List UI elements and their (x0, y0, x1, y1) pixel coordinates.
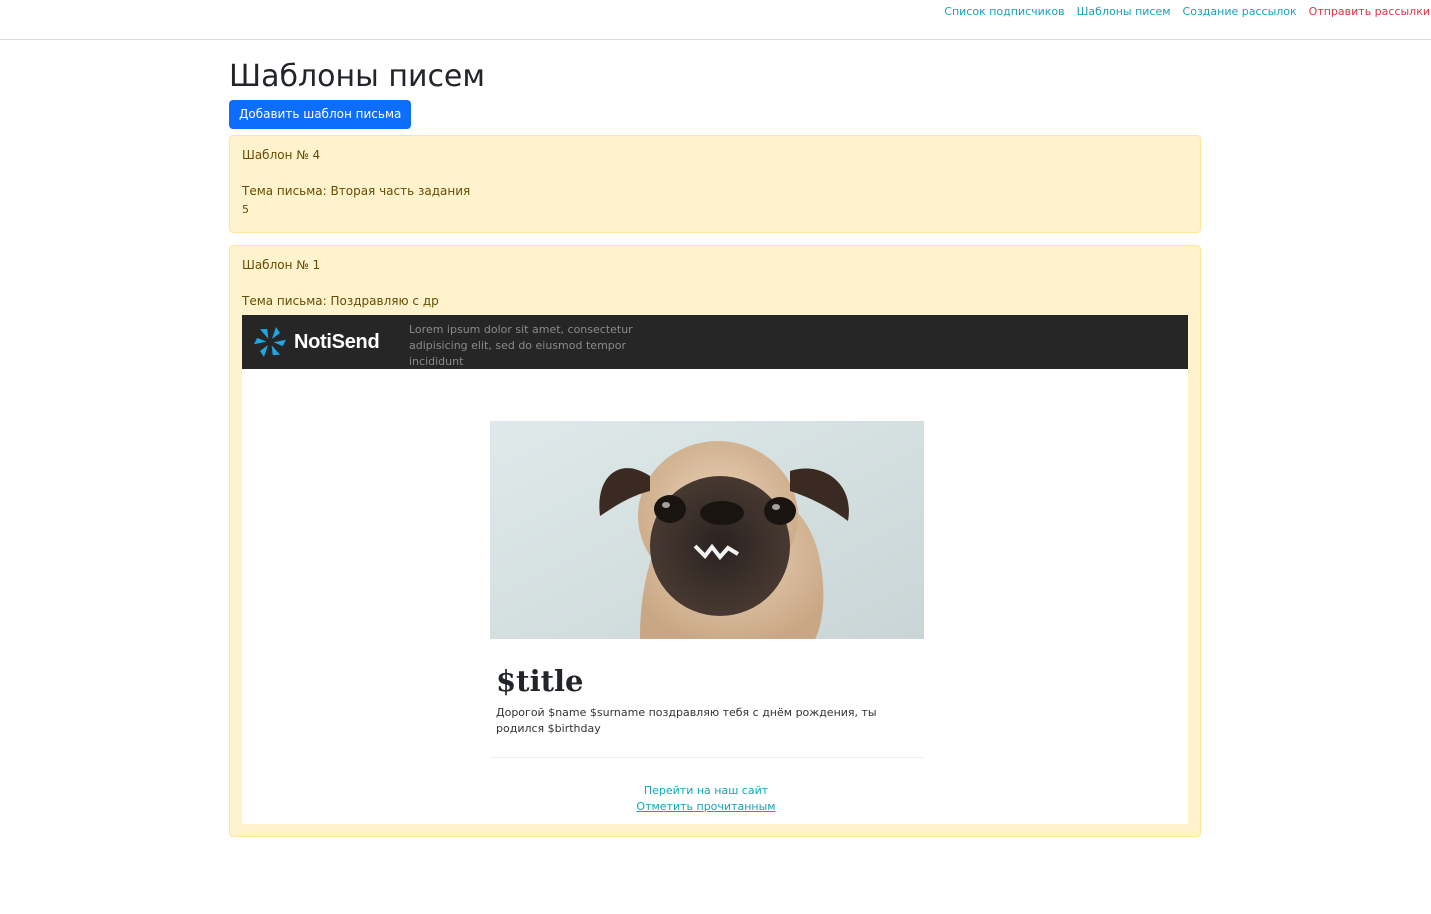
template-card[interactable]: Шаблон № 1 Тема письма: Поздравляю с др (229, 245, 1201, 837)
email-divider (490, 757, 924, 758)
notisend-logo-icon (254, 327, 286, 357)
email-header: NotiSend Lorem ipsum dolor sit amet, con… (242, 315, 1188, 369)
nav-link-templates[interactable]: Шаблоны писем (1077, 5, 1171, 18)
pug-photo (490, 421, 924, 639)
template-card[interactable]: Шаблон № 4 Тема письма: Вторая часть зад… (229, 135, 1201, 233)
email-title: $title (496, 664, 584, 698)
pug-image (490, 421, 924, 639)
top-navbar: Список подписчиков Шаблоны писем Создани… (0, 0, 1431, 40)
email-preview: NotiSend Lorem ipsum dolor sit amet, con… (242, 315, 1188, 824)
nav-link-subscribers[interactable]: Список подписчиков (944, 5, 1064, 18)
mark-read-link[interactable]: Отметить прочитанным (636, 800, 775, 813)
template-title: Шаблон № 1 (242, 258, 321, 272)
visit-site-link[interactable]: Перейти на наш сайт (644, 784, 768, 797)
page-title: Шаблоны писем (229, 59, 486, 94)
nav-links: Список подписчиков Шаблоны писем Создани… (944, 5, 1430, 18)
email-header-text: Lorem ipsum dolor sit amet, consectetur … (409, 323, 633, 368)
add-template-button[interactable]: Добавить шаблон письма (229, 100, 412, 129)
nav-link-send-mailings[interactable]: Отправить рассылки (1309, 5, 1430, 18)
nav-link-create-mailing[interactable]: Создание рассылок (1183, 5, 1297, 18)
template-body: 5 (242, 203, 249, 216)
notisend-logo: NotiSend (252, 324, 380, 360)
email-text: Дорогой $name $surname поздравляю тебя с… (496, 706, 877, 735)
email-footer: Перейти на наш сайт Отметить прочитанным (242, 783, 1170, 815)
template-subject: Тема письма: Вторая часть задания (242, 184, 471, 198)
main-container: Шаблоны писем Добавить шаблон письма Шаб… (229, 40, 1201, 837)
logo-text: NotiSend (294, 330, 380, 353)
template-subject: Тема письма: Поздравляю с др (242, 294, 439, 308)
template-title: Шаблон № 4 (242, 148, 321, 162)
